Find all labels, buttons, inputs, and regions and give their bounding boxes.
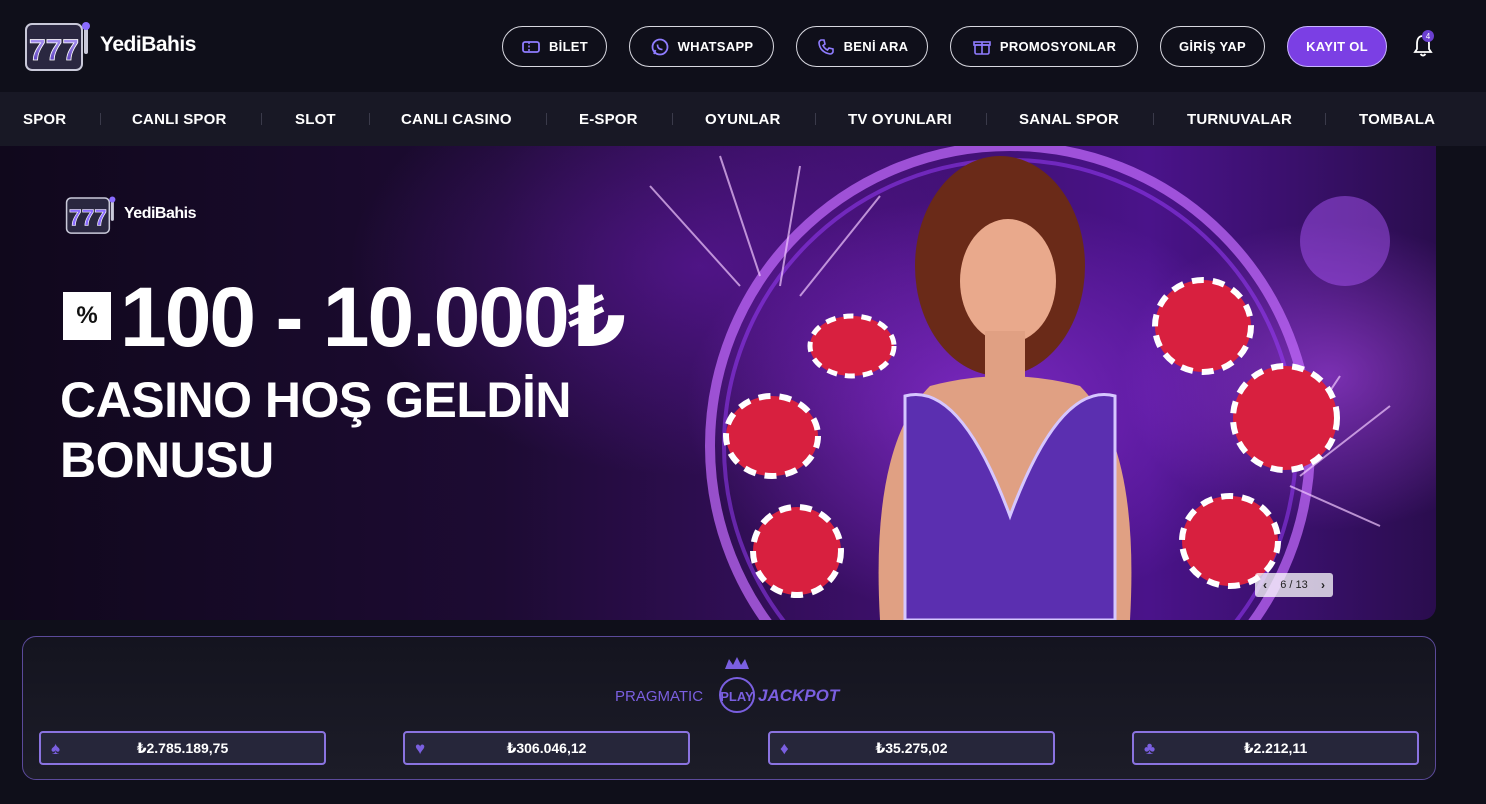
slider-control: ‹ 6 / 13 › bbox=[1255, 573, 1333, 597]
crown-icon bbox=[725, 657, 749, 669]
poker-chip-icon bbox=[807, 313, 897, 379]
diamond-icon: ♦ bbox=[780, 739, 789, 758]
register-label: KAYIT OL bbox=[1306, 39, 1368, 54]
pragmatic-play-jackpot-logo: PRAGMATIC PLAY JACKPOT bbox=[615, 657, 841, 713]
promotions-label: PROMOSYONLAR bbox=[999, 39, 1117, 54]
nav-item-spor[interactable]: SPOR bbox=[23, 92, 66, 146]
main-nav: SPOR CANLI SPOR SLOT CANLI CASINO E-SPOR… bbox=[0, 92, 1486, 146]
777-logo-icon: 777 bbox=[65, 196, 116, 234]
nav-item-slot[interactable]: SLOT bbox=[295, 92, 336, 146]
whatsapp-icon bbox=[651, 38, 668, 55]
svg-text:PLAY: PLAY bbox=[720, 689, 754, 704]
model-figure bbox=[878, 156, 1132, 620]
bonus-title-line1: CASINO HOŞ GELDİN bbox=[60, 372, 571, 428]
hero-logo: 777 YediBahis bbox=[62, 190, 196, 238]
svg-text:777: 777 bbox=[69, 204, 107, 230]
svg-text:JACKPOT: JACKPOT bbox=[758, 686, 841, 705]
jackpot-panel: PRAGMATIC PLAY JACKPOT ♠ ₺2.785.189,75 ♥… bbox=[22, 636, 1436, 780]
poker-chip-icon bbox=[1230, 363, 1340, 473]
promotions-button[interactable]: PROMOSYONLAR bbox=[950, 26, 1138, 67]
bonus-amount: 100 - 10.000₺ bbox=[120, 270, 626, 364]
nav-separator bbox=[815, 113, 816, 125]
call-me-button[interactable]: BENİ ARA bbox=[796, 26, 928, 67]
bonus-title-line2: BONUSU bbox=[60, 432, 274, 488]
nav-item-tombala[interactable]: TOMBALA bbox=[1359, 92, 1435, 146]
nav-separator bbox=[1325, 113, 1326, 125]
spade-icon: ♠ bbox=[51, 739, 61, 758]
nav-separator bbox=[369, 113, 370, 125]
nav-separator bbox=[672, 113, 673, 125]
poker-chip-icon bbox=[723, 393, 821, 479]
nav-item-tv-oyunlari[interactable]: TV OYUNLARI bbox=[848, 92, 952, 146]
svg-text:PRAGMATIC: PRAGMATIC bbox=[615, 688, 703, 705]
gift-icon bbox=[973, 40, 991, 55]
nav-item-sanal-spor[interactable]: SANAL SPOR bbox=[1019, 92, 1119, 146]
jackpot-tier-heart: ♥ ₺306.046,12 bbox=[403, 731, 690, 765]
poker-chip-icon bbox=[750, 504, 844, 598]
notification-badge: 4 bbox=[1422, 30, 1434, 42]
nav-separator bbox=[986, 113, 987, 125]
whatsapp-label: WHATSAPP bbox=[677, 39, 754, 54]
jackpot-value: ₺35.275,02 bbox=[875, 739, 948, 756]
jackpot-value: ₺2.785.189,75 bbox=[136, 739, 229, 756]
nav-separator bbox=[546, 113, 547, 125]
nav-separator bbox=[1153, 113, 1154, 125]
chevron-right-icon[interactable]: › bbox=[1321, 578, 1325, 592]
jackpot-tier-diamond: ♦ ₺35.275,02 bbox=[768, 731, 1055, 765]
jackpot-tier-spade: ♠ ₺2.785.189,75 bbox=[39, 731, 326, 765]
poker-chip-icon bbox=[1152, 277, 1254, 375]
nav-item-turnuvalar[interactable]: TURNUVALAR bbox=[1187, 92, 1292, 146]
login-label: GİRİŞ YAP bbox=[1178, 39, 1246, 54]
percent-badge: % bbox=[63, 292, 111, 340]
site-header: 777 YediBahis BİLET WHATSAPP BENİ ARA PR… bbox=[0, 0, 1486, 92]
hero-logo-text: YediBahis bbox=[124, 205, 196, 222]
nav-item-oyunlar[interactable]: OYUNLAR bbox=[705, 92, 781, 146]
heart-icon: ♥ bbox=[415, 739, 426, 758]
nav-item-canli-spor[interactable]: CANLI SPOR bbox=[132, 92, 227, 146]
call-me-label: BENİ ARA bbox=[843, 39, 909, 54]
whatsapp-button[interactable]: WHATSAPP bbox=[629, 26, 774, 67]
nav-item-canli-casino[interactable]: CANLI CASINO bbox=[401, 92, 512, 146]
chevron-left-icon[interactable]: ‹ bbox=[1263, 578, 1267, 592]
club-icon: ♣ bbox=[1144, 739, 1156, 758]
ticket-icon bbox=[522, 40, 540, 53]
login-button[interactable]: GİRİŞ YAP bbox=[1160, 26, 1265, 67]
jackpot-value: ₺306.046,12 bbox=[506, 739, 587, 756]
hero-banner[interactable]: 777 YediBahis % 100 - 10.000₺ CASINO HOŞ… bbox=[0, 146, 1436, 620]
header-actions: BİLET WHATSAPP BENİ ARA PROMOSYONLAR GİR… bbox=[0, 26, 1486, 67]
register-button[interactable]: KAYIT OL bbox=[1287, 26, 1387, 67]
nav-separator bbox=[100, 113, 101, 125]
ticket-label: BİLET bbox=[548, 39, 589, 54]
ticket-button[interactable]: BİLET bbox=[502, 26, 607, 67]
slider-counter: 6 / 13 bbox=[1280, 579, 1308, 591]
jackpot-value: ₺2.212,11 bbox=[1243, 739, 1308, 756]
nav-item-e-spor[interactable]: E-SPOR bbox=[579, 92, 638, 146]
nav-separator bbox=[261, 113, 262, 125]
phone-icon bbox=[817, 38, 834, 55]
jackpot-tier-club: ♣ ₺2.212,11 bbox=[1132, 731, 1419, 765]
